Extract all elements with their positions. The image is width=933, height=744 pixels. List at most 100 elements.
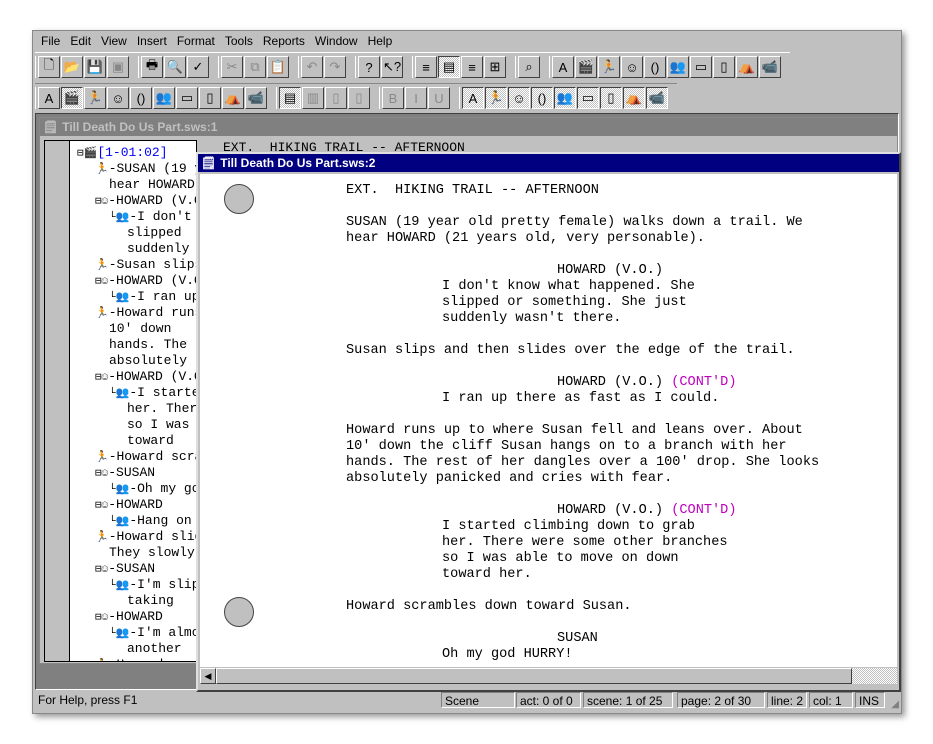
script-char[interactable]: HOWARD (V.O.) [557,263,663,279]
layout-1-button[interactable]: ▤ [279,87,301,109]
tree-item-dcont[interactable]: slipped [127,225,182,241]
print-preview-button[interactable]: 🔍 [164,56,186,78]
scroll-thumb[interactable] [216,668,852,684]
scene-marker-circle[interactable] [224,184,254,214]
spell-check-button[interactable]: ✓ [187,56,209,78]
underline-button[interactable]: U [428,87,450,109]
save-all-button[interactable]: ▣ [107,56,129,78]
tree-item-dlg[interactable]: └👥-I don't [109,209,192,225]
tree-item-scene[interactable]: ⊟🎬[1-01:02] [77,145,168,161]
tree-item-dcont[interactable]: taking [127,593,174,609]
layout-4-button[interactable]: ▯ [348,87,370,109]
insert-parenthetical-button[interactable]: () [644,56,666,78]
script-action[interactable]: Susan slips and then slides over the edg… [346,343,795,359]
tree-item-dlg[interactable]: └👥-I'm almost [109,625,196,641]
insert-page-button[interactable]: ▯ [713,56,735,78]
script-action[interactable]: hands. The rest of her dangles over a 10… [346,455,819,471]
tree-item-dcont[interactable]: another [127,641,182,657]
filter-style-button[interactable]: A [462,87,484,109]
script-editor[interactable]: EXT. HIKING TRAIL -- AFTERNOON SUSAN (19 … [200,174,897,667]
tree-item-dlg[interactable]: └👥-I started [109,385,196,401]
tree-item-char[interactable]: ⊟☺-HOWARD (V.O.) [95,369,196,385]
tree-item-action[interactable]: 🏃-Howard [95,657,163,661]
tree-item-dlg[interactable]: └👥-Oh my god [109,481,196,497]
align-right-button[interactable]: ≡ [461,56,483,78]
tree-item-dcont[interactable]: suddenly [127,241,189,257]
cut-button[interactable]: ✂ [221,56,243,78]
new-button[interactable]: 🗋 [38,56,60,78]
script-action[interactable]: SUSAN (19 year old pretty female) walks … [346,215,803,231]
insert-style-button[interactable]: A [552,56,574,78]
filter-transition-button[interactable]: ▭ [577,87,599,109]
script-char[interactable]: HOWARD (V.O.) (CONT'D) [557,375,737,391]
script-scene[interactable]: EXT. HIKING TRAIL -- AFTERNOON [346,183,599,199]
tree-item-char[interactable]: ⊟☺-HOWARD [95,497,163,513]
tree-item-dcont[interactable]: so I was [127,417,189,433]
menu-view[interactable]: View [97,33,133,51]
document-window-2[interactable]: 🗒 Till Death Do Us Part.sws:2 EXT. HIKING… [196,152,901,692]
tree-item-action[interactable]: 🏃-SUSAN (19 year old [95,161,196,177]
filter-page-button[interactable]: ▯ [600,87,622,109]
camera-button[interactable]: 📹 [245,87,267,109]
tree-item-cont[interactable]: absolutely [109,353,187,369]
window2-titlebar[interactable]: 🗒 Till Death Do Us Part.sws:2 [198,154,899,172]
filter-parenthetical-button[interactable]: () [531,87,553,109]
page-view-button[interactable]: ▤ [438,56,460,78]
page-button[interactable]: ▯ [199,87,221,109]
resize-grip-icon[interactable]: ◢ [891,699,899,710]
script-dlg[interactable]: her. There were some other branches [442,535,728,551]
bold-button[interactable]: B [382,87,404,109]
tree-item-cont[interactable]: hear HOWARD [109,177,195,193]
tree-item-char[interactable]: ⊟☺-HOWARD (V.O.) [95,273,196,289]
tree-item-dlg[interactable]: └👥-I ran up [109,289,196,305]
filter-camera-button[interactable]: 📹 [646,87,668,109]
menu-file[interactable]: File [37,33,66,51]
insert-action-button[interactable]: 🏃 [598,56,620,78]
window1-titlebar[interactable]: 🗒 Till Death Do Us Part.sws:1 [40,118,897,136]
tree-item-dcont[interactable]: her. There [127,401,196,417]
scene-button[interactable]: 🎬 [61,87,83,109]
script-dlg[interactable]: I ran up there as fast as I could. [442,391,719,407]
insert-camera-button[interactable]: 📹 [759,56,781,78]
undo-button[interactable]: ↶ [301,56,323,78]
context-help-button[interactable]: ↖? [381,56,403,78]
script-dlg[interactable]: toward her. [442,567,532,583]
script-action[interactable]: hear HOWARD (21 years old, very personab… [346,231,705,247]
tree-item-action[interactable]: 🏃-Howard slides [95,529,196,545]
menu-help[interactable]: Help [364,33,399,51]
menu-edit[interactable]: Edit [66,33,97,51]
script-action[interactable]: Howard scrambles down toward Susan. [346,599,632,615]
dialogue-button[interactable]: 👥 [153,87,175,109]
tree-item-char[interactable]: ⊟☺-SUSAN [95,561,155,577]
character-button[interactable]: ☺ [107,87,129,109]
find-button[interactable]: ⌕ [518,56,540,78]
filter-dialogue-button[interactable]: 👥 [554,87,576,109]
layout-2-button[interactable]: ▥ [302,87,324,109]
tree-item-char[interactable]: ⊟☺-HOWARD [95,609,163,625]
filter-shot-button[interactable]: ⛺ [623,87,645,109]
tree-item-char[interactable]: ⊟☺-SUSAN [95,465,155,481]
copy-button[interactable]: ⧉ [244,56,266,78]
menu-tools[interactable]: Tools [221,33,259,51]
tree-item-action[interactable]: 🏃-Howard runs [95,305,196,321]
style-button[interactable]: A [38,87,60,109]
script-dlg[interactable]: slipped or something. She just [442,295,687,311]
script-dlg[interactable]: I don't know what happened. She [442,279,695,295]
tree-item-cont[interactable]: 10' down [109,321,171,337]
print-button[interactable]: 🖶 [141,56,163,78]
script-char[interactable]: SUSAN [557,631,598,647]
action-button[interactable]: 🏃 [84,87,106,109]
open-button[interactable]: 📂 [61,56,83,78]
tree-item-dlg[interactable]: └👥-I'm slipping [109,577,196,593]
script-dlg[interactable]: Oh my god HURRY! [442,647,573,663]
menu-window[interactable]: Window [311,33,364,51]
menu-reports[interactable]: Reports [259,33,311,51]
tree-item-dcont[interactable]: toward [127,433,174,449]
help-button[interactable]: ? [358,56,380,78]
align-left-button[interactable]: ≡ [415,56,437,78]
save-button[interactable]: 💾 [84,56,106,78]
tree-item-cont[interactable]: hands. The [109,337,187,353]
tree-item-action[interactable]: 🏃-Howard scrambles [95,449,196,465]
transition-button[interactable]: ▭ [176,87,198,109]
italic-button[interactable]: I [405,87,427,109]
